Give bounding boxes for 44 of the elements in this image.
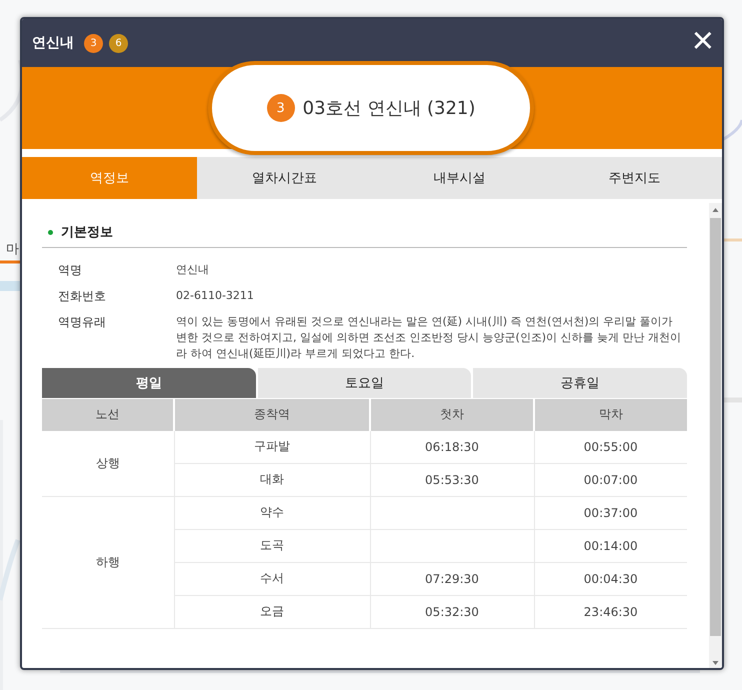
info-label: 역명유래	[58, 314, 107, 331]
table-cell: 대화	[174, 463, 370, 496]
info-value: 역이 있는 동명에서 유래된 것으로 연신내라는 말은 연(延) 시내(川) 즉 연천(연서천)의 우리말 풀이가 변한 것으로 전하여지고, 일설에 의하면 조선조 인조반정 당시 능양군(인조)이 신하를 늦게 만난 개천이라 하여 연신내(延臣川)라 부르게 되었다고 한다.	[176, 314, 682, 362]
day-tab[interactable]: 평일	[42, 368, 256, 398]
table-cell: 23:46:30	[534, 595, 687, 628]
section-title: 기본정보	[61, 224, 113, 241]
table-cell: 오금	[174, 595, 370, 628]
info-label: 역명	[58, 262, 83, 279]
bullet-icon	[48, 230, 53, 234]
table-cell: 00:04:30	[534, 562, 687, 596]
table-cell: 수서	[174, 562, 370, 596]
line-badge: 6	[109, 34, 128, 52]
line-badge: 3	[266, 94, 295, 122]
window-title: 연신내	[32, 34, 74, 52]
table-cell: 하행	[42, 496, 174, 628]
table-cell: 05:53:30	[370, 463, 534, 496]
table-cell: 약수	[174, 496, 370, 530]
day-tab[interactable]: 공휴일	[473, 368, 687, 398]
table-cell: 00:07:00	[534, 463, 687, 496]
info-value: 02-6110-3211	[176, 288, 255, 304]
table-cell: 구파발	[174, 430, 370, 464]
table-cell: 07:29:30	[370, 562, 534, 596]
table-cell: 00:55:00	[534, 430, 687, 464]
table-cell: 06:18:30	[370, 430, 534, 464]
table-cell: 상행	[42, 430, 174, 496]
column-header: 노선	[42, 398, 174, 431]
info-label: 전화번호	[58, 288, 107, 305]
table-cell: 05:32:30	[370, 595, 534, 628]
column-header: 막차	[534, 398, 687, 431]
table-cell: 도곡	[174, 529, 370, 562]
info-value: 연신내	[176, 262, 210, 278]
close-button[interactable]: ×	[684, 22, 722, 64]
table-cell: 00:14:00	[534, 529, 687, 562]
tab[interactable]: 열차시간표	[197, 157, 372, 199]
scrollbar[interactable]	[709, 203, 722, 668]
tab[interactable]: 내부시설	[372, 157, 547, 199]
line-badge: 3	[84, 34, 103, 52]
map-label: 마	[6, 241, 19, 258]
day-tab[interactable]: 토요일	[258, 368, 472, 398]
column-header: 종착역	[174, 398, 370, 431]
tab[interactable]: 주변지도	[547, 157, 722, 199]
column-header: 첫차	[370, 398, 534, 431]
table-cell: 00:37:00	[534, 496, 687, 530]
station-name: 03호선 연신내 (321)	[302, 97, 476, 120]
